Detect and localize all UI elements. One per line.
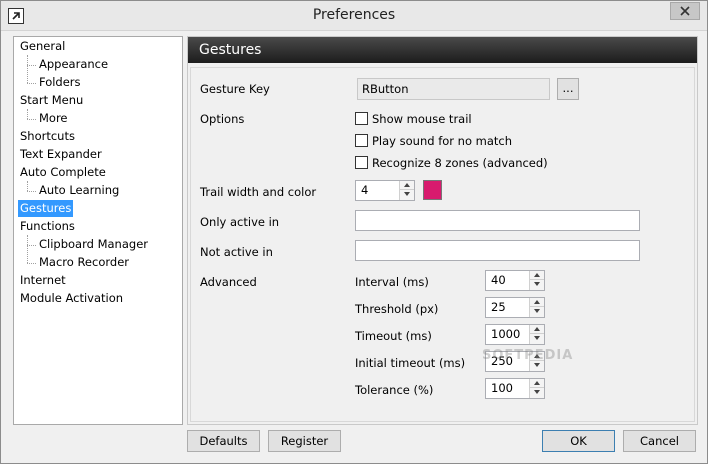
sidebar-item-module-activation[interactable]: Module Activation	[18, 290, 125, 307]
timeout-stepper[interactable]: 1000	[485, 324, 545, 345]
spin-up-button[interactable]	[530, 325, 544, 334]
gesture-key-label: Gesture Key	[200, 82, 270, 96]
interval-stepper[interactable]: 40	[485, 270, 545, 291]
spin-up-button[interactable]	[530, 298, 544, 307]
register-button[interactable]: Register	[268, 430, 341, 452]
cancel-button[interactable]: Cancel	[623, 430, 696, 452]
checkbox-label: Play sound for no match	[372, 134, 513, 148]
spin-down-arrow-icon	[534, 282, 540, 286]
sidebar-item-appearance[interactable]: Appearance	[37, 56, 110, 73]
spin-down-arrow-icon	[534, 309, 540, 313]
spin-down-arrow-icon	[534, 363, 540, 367]
spin-down-arrow-icon	[534, 390, 540, 394]
spin-arrows	[529, 271, 544, 290]
trail-width-value[interactable]: 4	[361, 183, 368, 198]
spin-down-button[interactable]	[530, 388, 544, 397]
sidebar-item-text-expander[interactable]: Text Expander	[18, 146, 104, 163]
gestures-panel: Gestures Gesture Key RButton ... Options…	[187, 36, 698, 425]
sidebar-item-functions[interactable]: Functions	[18, 218, 77, 235]
tolerance-value[interactable]: 100	[491, 381, 513, 396]
close-icon	[680, 6, 690, 16]
initial-timeout-label: Initial timeout (ms)	[355, 356, 466, 370]
sidebar-item-more[interactable]: More	[37, 110, 70, 127]
spin-up-button[interactable]	[400, 181, 414, 190]
spin-down-button[interactable]	[400, 190, 414, 199]
tree-connector	[27, 83, 36, 84]
checkbox-box[interactable]	[355, 134, 368, 147]
threshold-stepper[interactable]: 25	[485, 297, 545, 318]
spin-arrows	[529, 379, 544, 398]
timeout-value[interactable]: 1000	[491, 327, 520, 342]
title-bar[interactable]: Preferences	[1, 1, 707, 31]
interval-value[interactable]: 40	[491, 273, 506, 288]
tree-connector	[27, 109, 28, 119]
not-active-input[interactable]	[355, 240, 640, 261]
only-active-label: Only active in	[200, 215, 280, 229]
tree-connector	[27, 191, 36, 192]
gesture-key-field[interactable]: RButton	[357, 78, 550, 100]
spin-up-arrow-icon	[534, 381, 540, 385]
spin-down-button[interactable]	[530, 307, 544, 316]
trail-width-stepper[interactable]: 4	[355, 180, 415, 201]
category-tree[interactable]: General Appearance Folders Start Menu Mo…	[13, 36, 183, 425]
browse-gesture-key-button[interactable]: ...	[557, 78, 579, 100]
checkbox-label: Recognize 8 zones (advanced)	[372, 156, 548, 170]
options-label: Options	[200, 112, 245, 126]
threshold-value[interactable]: 25	[491, 300, 506, 315]
close-button[interactable]	[670, 2, 700, 20]
timeout-label: Timeout (ms)	[355, 329, 432, 343]
sidebar-item-auto-complete[interactable]: Auto Complete	[18, 164, 108, 181]
spin-up-button[interactable]	[530, 379, 544, 388]
tree-connector	[27, 245, 36, 246]
tree-connector	[27, 119, 36, 120]
sidebar-item-folders[interactable]: Folders	[37, 74, 83, 91]
spin-arrows	[399, 181, 414, 200]
checkbox-box[interactable]	[355, 156, 368, 169]
panel-title: Gestures	[188, 37, 697, 63]
tree-connector	[27, 65, 36, 66]
sidebar-item-internet[interactable]: Internet	[18, 272, 68, 289]
threshold-label: Threshold (px)	[355, 302, 439, 316]
spin-down-button[interactable]	[530, 334, 544, 343]
spin-up-button[interactable]	[530, 271, 544, 280]
sidebar-item-macro-recorder[interactable]: Macro Recorder	[37, 254, 131, 271]
trail-label: Trail width and color	[200, 185, 317, 199]
sidebar-item-start-menu[interactable]: Start Menu	[18, 92, 85, 109]
only-active-input[interactable]	[355, 210, 640, 231]
tree-connector	[27, 235, 28, 263]
sidebar-item-general[interactable]: General	[18, 38, 67, 55]
ok-button[interactable]: OK	[542, 430, 615, 452]
spin-up-arrow-icon	[404, 183, 410, 187]
window-title: Preferences	[312, 7, 396, 23]
spin-up-arrow-icon	[534, 300, 540, 304]
checkbox-box[interactable]	[355, 112, 368, 125]
trail-color-swatch[interactable]	[423, 180, 442, 200]
not-active-label: Not active in	[200, 245, 273, 259]
sidebar-item-auto-learning[interactable]: Auto Learning	[37, 182, 121, 199]
panel-body: Gesture Key RButton ... Options Show mou…	[190, 67, 695, 422]
sidebar-item-shortcuts[interactable]: Shortcuts	[18, 128, 77, 145]
watermark: SOFTPEDIA	[482, 348, 574, 363]
spin-arrows	[529, 298, 544, 317]
sidebar-item-gestures[interactable]: Gestures	[18, 200, 74, 217]
spin-up-arrow-icon	[534, 327, 540, 331]
spin-up-arrow-icon	[534, 273, 540, 277]
preferences-window: Preferences General Appearance Folders S…	[0, 0, 708, 464]
tree-connector	[27, 263, 36, 264]
tolerance-stepper[interactable]: 100	[485, 378, 545, 399]
defaults-button[interactable]: Defaults	[187, 430, 260, 452]
checkbox-label: Show mouse trail	[372, 112, 472, 126]
tree-connector	[27, 55, 28, 83]
advanced-label: Advanced	[200, 275, 257, 289]
spin-down-arrow-icon	[534, 336, 540, 340]
sidebar-item-clipboard-manager[interactable]: Clipboard Manager	[37, 236, 150, 253]
spin-down-button[interactable]	[530, 280, 544, 289]
interval-label: Interval (ms)	[355, 275, 429, 289]
tolerance-label: Tolerance (%)	[355, 383, 434, 397]
spin-down-arrow-icon	[404, 192, 410, 196]
spin-arrows	[529, 325, 544, 344]
tree-connector	[27, 181, 28, 191]
